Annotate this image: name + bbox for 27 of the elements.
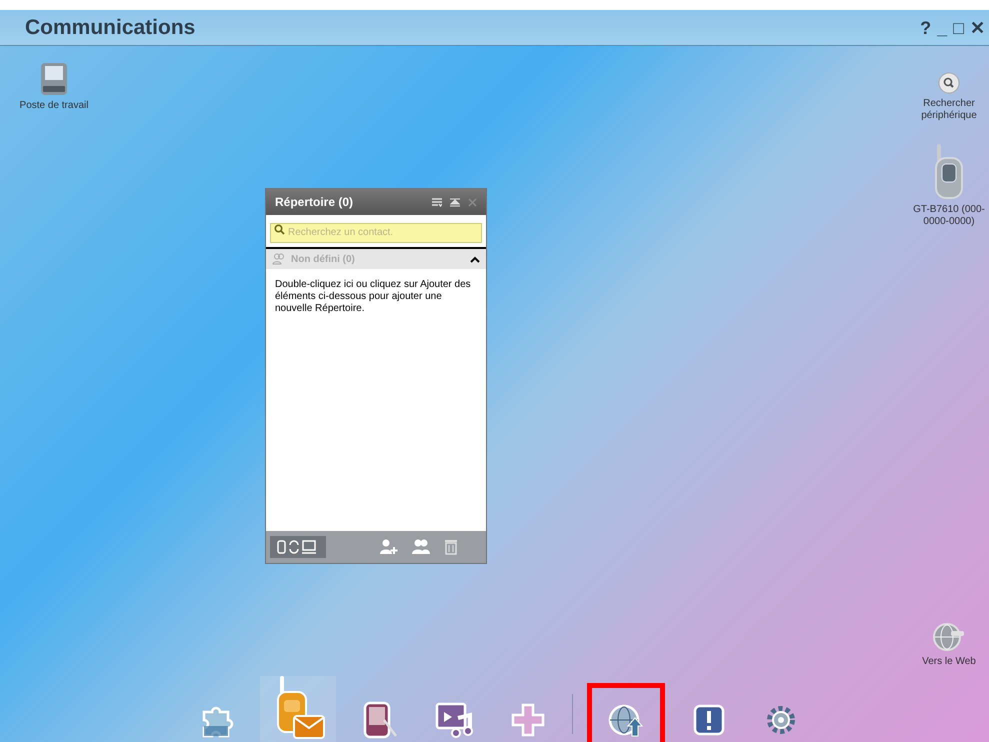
collapse-icon[interactable] — [450, 198, 460, 206]
contacts-icon[interactable] — [412, 539, 430, 555]
window-control-button[interactable]: _ — [937, 18, 948, 36]
desktop-icon-label[interactable]: GT-B7610 (000-0000-0000) — [909, 204, 989, 228]
search-field[interactable]: Recherchez un contact. — [270, 222, 482, 242]
sort-icon[interactable] — [432, 198, 442, 206]
window-control-button[interactable]: □ — [953, 18, 964, 36]
desktop-icon-label[interactable]: Vers le Web — [922, 656, 976, 668]
window-title: Communications — [25, 14, 196, 41]
window-control-button[interactable]: ✕ — [970, 18, 985, 36]
group-label: Non défini (0) — [291, 252, 355, 266]
dock-item[interactable] — [587, 683, 665, 742]
desktop-icon-label[interactable]: Rechercher périphérique — [909, 98, 989, 122]
search-icon — [274, 224, 285, 235]
empty-message: Double-cliquez ici ou cliquez sur Ajouter des éléments ci-dessous pour ajouter une nouvelle Répertoire. — [275, 279, 472, 315]
globe-icon — [933, 622, 965, 652]
computer-icon — [39, 62, 69, 96]
sync-button[interactable] — [270, 536, 326, 558]
search-icon — [938, 72, 960, 94]
dock-item[interactable] — [260, 676, 336, 742]
desktop-icon-label[interactable]: Poste de travail — [20, 100, 88, 112]
add-contact-icon[interactable] — [380, 539, 398, 555]
panel-title: Répertoire (0) — [275, 194, 354, 211]
window-control-button[interactable]: ? — [920, 18, 932, 36]
contacts-icon — [272, 253, 286, 265]
media-icon[interactable] — [434, 700, 474, 740]
phone-icon — [934, 144, 964, 200]
